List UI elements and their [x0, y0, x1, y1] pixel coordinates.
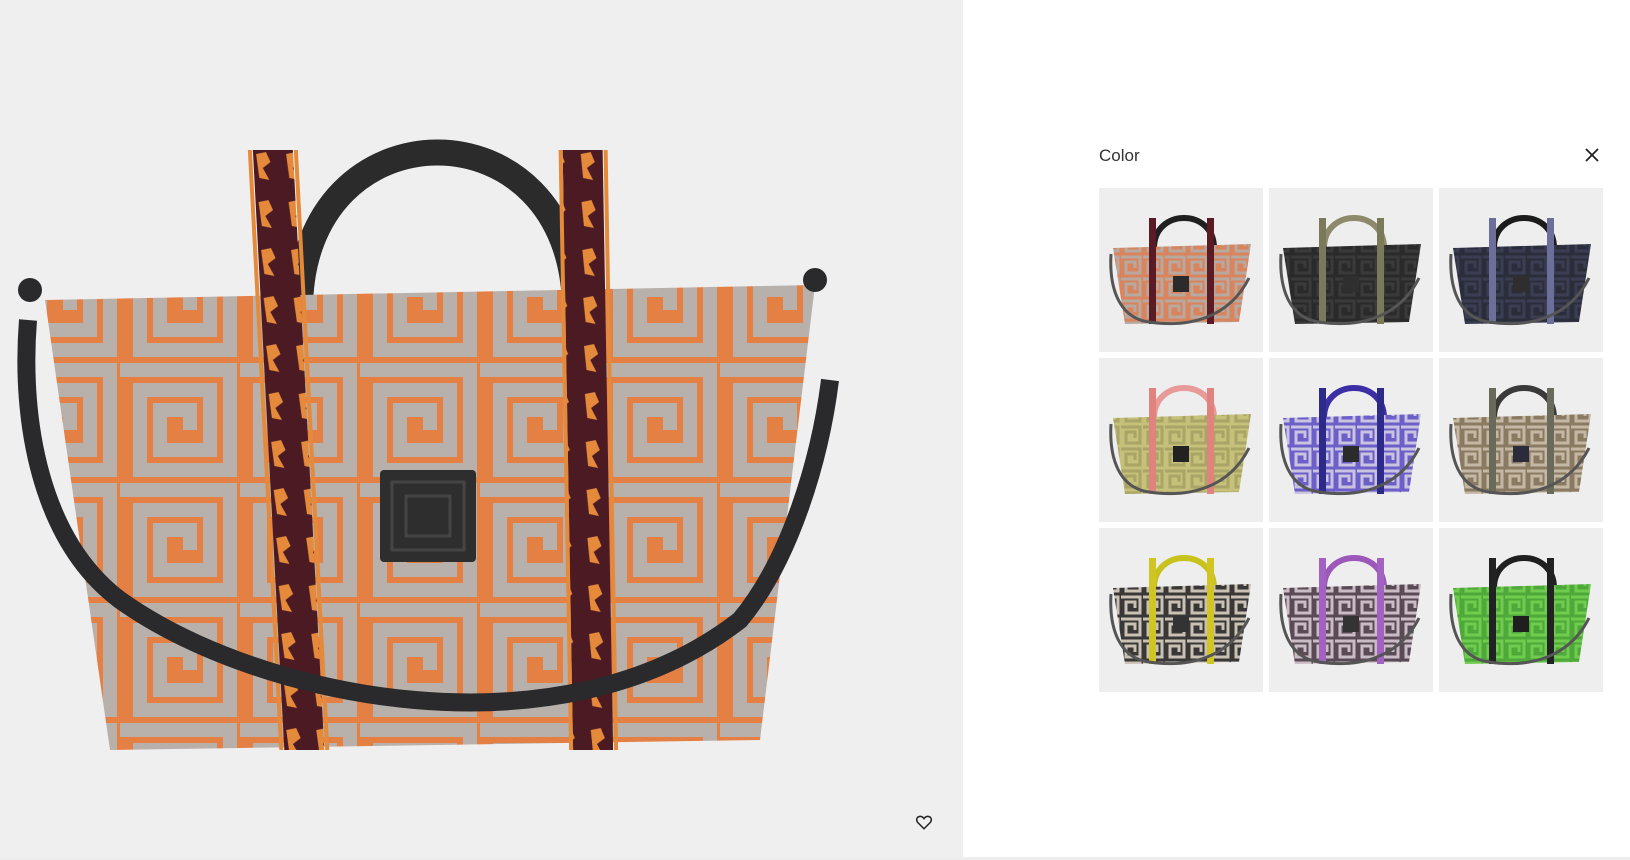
color-swatch-grid: [1099, 188, 1603, 692]
bag-thumbnail: [1279, 385, 1421, 496]
color-swatch-green-black[interactable]: [1439, 528, 1603, 692]
product-photo: [17, 139, 839, 750]
bag-thumbnail: [1109, 555, 1251, 666]
color-swatch-olive-pink[interactable]: [1099, 358, 1263, 522]
color-swatch-orange-grey[interactable]: [1099, 188, 1263, 352]
panel-title: Color: [1099, 146, 1140, 165]
product-image-panel: [0, 0, 963, 860]
bag-thumbnail: [1449, 385, 1591, 496]
heart-icon: [915, 815, 933, 830]
close-button[interactable]: [1581, 144, 1603, 166]
color-swatch-black-gold[interactable]: [1269, 188, 1433, 352]
bag-thumbnail: [1109, 385, 1251, 496]
close-icon: [1585, 148, 1599, 162]
color-swatch-taupe-brown[interactable]: [1439, 358, 1603, 522]
bag-thumbnail: [1279, 555, 1421, 666]
color-swatch-navy-black[interactable]: [1439, 188, 1603, 352]
bag-thumbnail: [1279, 215, 1421, 326]
bag-thumbnail: [1109, 215, 1251, 326]
color-swatch-black-yellow[interactable]: [1099, 528, 1263, 692]
bag-thumbnail: [1449, 555, 1591, 666]
wishlist-button[interactable]: [910, 808, 938, 836]
color-swatch-grey-violet[interactable]: [1269, 528, 1433, 692]
color-swatch-purple-blue[interactable]: [1269, 358, 1433, 522]
bag-handle: [287, 139, 588, 311]
color-selector-panel: Color: [963, 0, 1630, 860]
bag-thumbnail: [1449, 215, 1591, 326]
logo-patch: [380, 470, 476, 562]
